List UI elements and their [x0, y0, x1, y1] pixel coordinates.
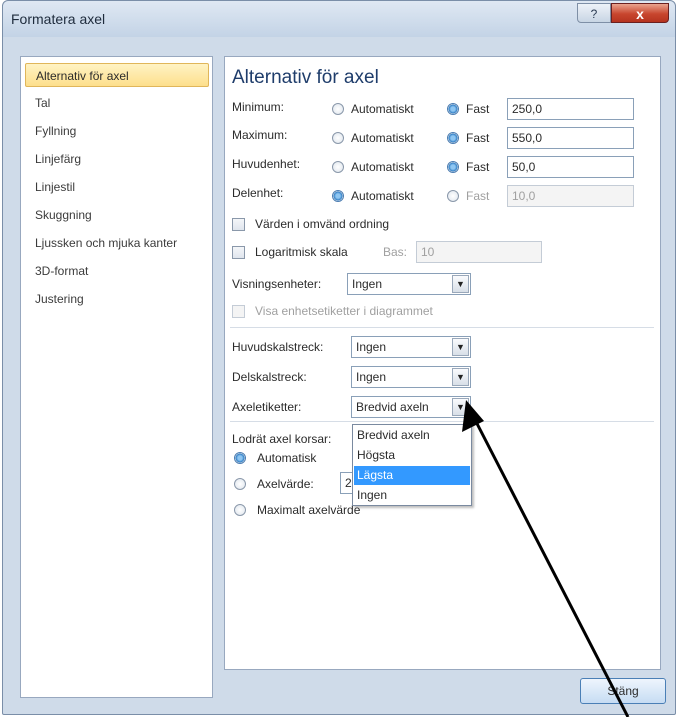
minor-tick-label: Delskalstreck: [232, 370, 307, 384]
section-divider [230, 327, 654, 328]
minor-tick-value: Ingen [356, 370, 387, 384]
crosses-auto-label: Automatisk [257, 451, 317, 465]
crosses-value-radio[interactable] [234, 478, 246, 490]
sidebar-item-axis-options[interactable]: Alternativ för axel [25, 63, 209, 87]
crosses-auto-radio[interactable] [234, 452, 246, 464]
minor-unit-fixed-radio[interactable] [447, 190, 459, 202]
minimum-auto-radio[interactable] [332, 103, 344, 115]
major-unit-label: Huvudenhet: [232, 157, 301, 171]
axis-labels-dropdown-list: Bredvid axeln Högsta Lägsta Ingen [352, 424, 472, 506]
title-bar[interactable]: Formatera axel ? x [3, 1, 675, 37]
section-divider [230, 421, 654, 422]
reverse-order-checkbox[interactable] [232, 218, 245, 231]
category-list: Alternativ för axel Tal Fyllning Linjefä… [20, 56, 213, 698]
major-unit-value-field[interactable]: 50,0 [507, 156, 634, 178]
maximum-fixed-radio[interactable] [447, 132, 459, 144]
sidebar-item-alignment[interactable]: Justering [25, 287, 209, 311]
show-units-label: Visa enhetsetiketter i diagrammet [255, 304, 433, 318]
minimum-fixed-radio[interactable] [447, 103, 459, 115]
dropdown-option-next-to-axis[interactable]: Bredvid axeln [354, 426, 470, 445]
major-unit-auto-label: Automatiskt [351, 160, 414, 174]
display-units-label: Visningsenheter: [232, 277, 322, 291]
crosses-value-label: Axelvärde: [257, 477, 314, 491]
show-units-checkbox[interactable] [232, 305, 245, 318]
base-value-field[interactable]: 10 [416, 241, 542, 263]
chevron-down-icon[interactable]: ▼ [452, 275, 469, 293]
minor-unit-value-field[interactable]: 10,0 [507, 185, 634, 207]
sidebar-item-number[interactable]: Tal [25, 91, 209, 115]
window-close-button[interactable]: x [611, 3, 669, 23]
major-tick-select[interactable]: Ingen ▼ [351, 336, 471, 358]
minor-unit-label: Delenhet: [232, 186, 284, 200]
log-scale-label: Logaritmisk skala [255, 245, 348, 259]
close-button[interactable]: Stäng [580, 678, 666, 704]
maximum-auto-label: Automatiskt [351, 131, 414, 145]
chevron-down-icon[interactable]: ▼ [452, 398, 469, 416]
log-scale-checkbox[interactable] [232, 246, 245, 259]
sidebar-item-3d-format[interactable]: 3D-format [25, 259, 209, 283]
sidebar-item-line-color[interactable]: Linjefärg [25, 147, 209, 171]
panel-heading: Alternativ för axel [232, 67, 379, 88]
minor-unit-auto-radio[interactable] [332, 190, 344, 202]
dialog-title: Formatera axel [11, 11, 106, 27]
minimum-auto-label: Automatiskt [351, 102, 414, 116]
help-button[interactable]: ? [577, 3, 611, 23]
minimum-value-field[interactable]: 250,0 [507, 98, 634, 120]
sidebar-item-shadow[interactable]: Skuggning [25, 203, 209, 227]
major-tick-label: Huvudskalstreck: [232, 340, 324, 354]
major-unit-auto-radio[interactable] [332, 161, 344, 173]
minor-unit-fixed-label: Fast [466, 189, 490, 203]
chevron-down-icon[interactable]: ▼ [452, 368, 469, 386]
chevron-down-icon[interactable]: ▼ [452, 338, 469, 356]
crosses-max-radio[interactable] [234, 504, 246, 516]
sidebar-item-glow-soft-edges[interactable]: Ljussken och mjuka kanter [25, 231, 209, 255]
minor-tick-select[interactable]: Ingen ▼ [351, 366, 471, 388]
sidebar-item-line-style[interactable]: Linjestil [25, 175, 209, 199]
display-units-value: Ingen [352, 277, 383, 291]
maximum-value-field[interactable]: 550,0 [507, 127, 634, 149]
major-unit-fixed-label: Fast [466, 160, 490, 174]
crosses-max-label: Maximalt axelvärde [257, 503, 361, 517]
dropdown-option-low[interactable]: Lägsta [354, 466, 470, 485]
sidebar-item-fill[interactable]: Fyllning [25, 119, 209, 143]
axis-labels-label: Axeletiketter: [232, 400, 302, 414]
crosses-label: Lodrät axel korsar: [232, 432, 332, 446]
axis-labels-value: Bredvid axeln [356, 400, 429, 414]
minor-unit-auto-label: Automatiskt [351, 189, 414, 203]
maximum-auto-radio[interactable] [332, 132, 344, 144]
display-units-select[interactable]: Ingen ▼ [347, 273, 471, 295]
minimum-fixed-label: Fast [466, 102, 490, 116]
maximum-label: Maximum: [232, 128, 288, 142]
minimum-label: Minimum: [232, 100, 285, 114]
axis-labels-select[interactable]: Bredvid axeln ▼ [351, 396, 471, 418]
dropdown-option-none[interactable]: Ingen [354, 486, 470, 505]
dropdown-option-high[interactable]: Högsta [354, 446, 470, 465]
major-unit-fixed-radio[interactable] [447, 161, 459, 173]
base-label: Bas: [383, 245, 408, 259]
major-tick-value: Ingen [356, 340, 387, 354]
reverse-order-label: Värden i omvänd ordning [255, 217, 390, 231]
maximum-fixed-label: Fast [466, 131, 490, 145]
